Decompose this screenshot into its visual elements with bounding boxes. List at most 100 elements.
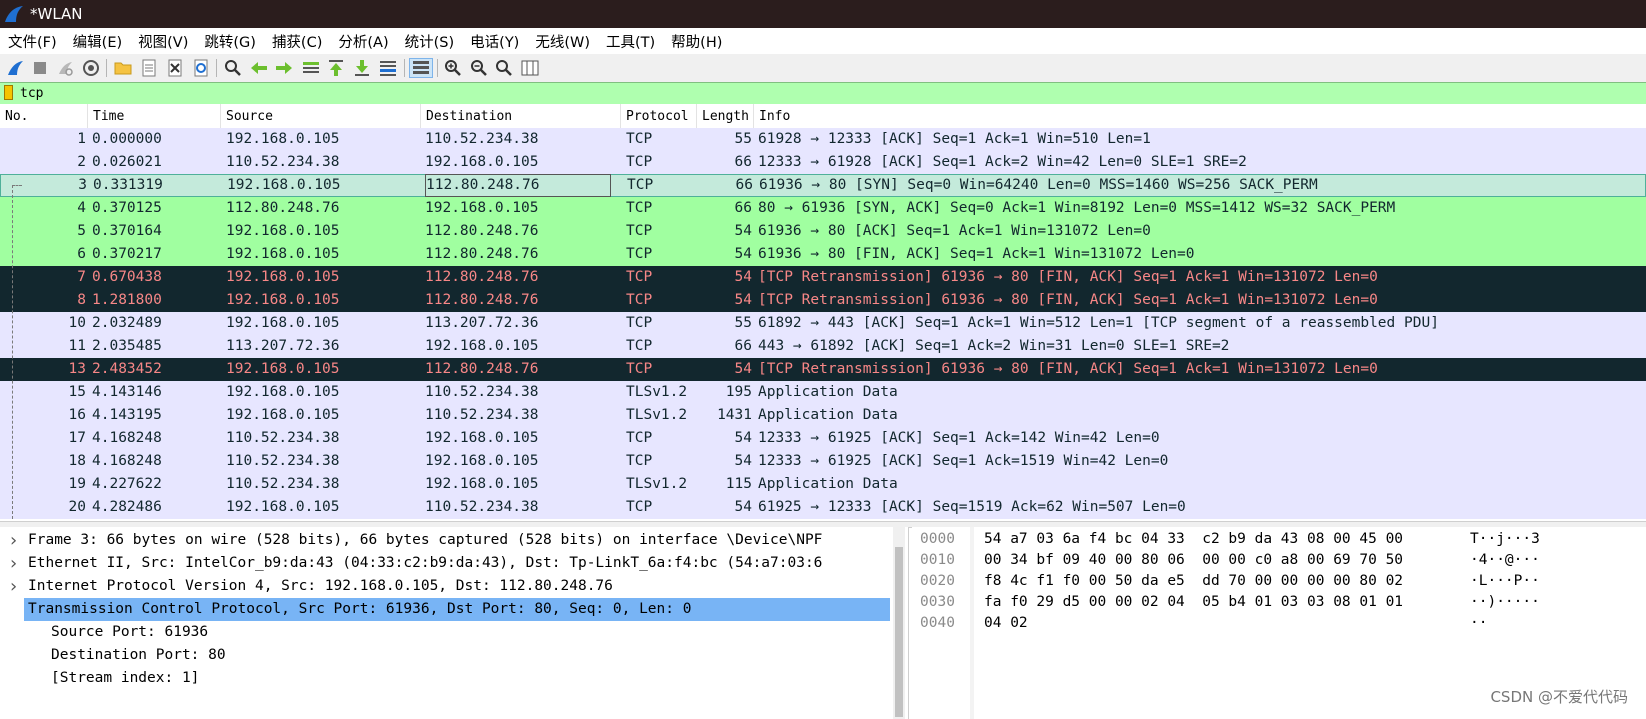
menu-analyze[interactable]: 分析(A) [338, 31, 388, 52]
packet-row[interactable]: 6 0.370217 192.168.0.105 112.80.248.76 TCP 54… [0, 243, 1646, 266]
col-header-protocol[interactable]: Protocol [621, 104, 697, 128]
hex-row[interactable]: 0030 fa f0 29 d5 00 00 02 04 05 b4 01 03 … [912, 592, 1646, 613]
packet-row[interactable]: 5 0.370164 192.168.0.105 112.80.248.76 TCP 54… [0, 220, 1646, 243]
packet-info: 80 → 61936 [SYN, ACK] Seq=0 Ack=1 Win=81… [758, 200, 1396, 216]
packet-row[interactable]: 11 2.035485 113.207.72.36 192.168.0.105 TCP 6… [0, 335, 1646, 358]
zoom-out-icon[interactable] [469, 58, 489, 78]
reload-file-icon[interactable] [191, 58, 211, 78]
packet-source: 110.52.234.38 [226, 154, 340, 170]
menu-wireless[interactable]: 无线(W) [535, 31, 590, 52]
capture-options-icon[interactable] [81, 58, 101, 78]
col-header-info[interactable]: Info [754, 104, 1646, 128]
go-to-packet-icon[interactable] [301, 58, 321, 78]
detail-text: Internet Protocol Version 4, Src: 192.16… [28, 578, 613, 594]
zoom-normal-icon[interactable] [494, 58, 514, 78]
menu-view[interactable]: 视图(V) [138, 31, 188, 52]
packet-row[interactable]: 3 0.331319 192.168.0.105 112.80.248.76 TCP 66… [0, 174, 1646, 197]
detail-tree-node[interactable]: › Frame 3: 66 bytes on wire (528 bits), 6… [0, 529, 890, 552]
packet-time: 4.227622 [92, 476, 162, 492]
restart-capture-icon[interactable] [55, 58, 75, 78]
packet-destination: 112.80.248.76 [425, 361, 539, 377]
hex-offset: 0010 [920, 552, 955, 568]
packet-protocol: TCP [626, 338, 653, 354]
packet-list[interactable]: No. Time Source Destination Protocol Len… [0, 104, 1646, 520]
stop-capture-icon[interactable] [30, 58, 50, 78]
packet-source: 110.52.234.38 [226, 476, 340, 492]
resize-columns-icon[interactable] [520, 58, 540, 78]
packet-details-pane[interactable]: › Frame 3: 66 bytes on wire (528 bits), 6… [0, 527, 909, 719]
chevron-right-icon[interactable]: › [8, 575, 19, 598]
packet-row[interactable]: 8 1.281800 192.168.0.105 112.80.248.76 TCP 54… [0, 289, 1646, 312]
packet-source: 192.168.0.105 [226, 223, 340, 239]
colorize-icon[interactable] [409, 58, 433, 78]
packet-source: 192.168.0.105 [227, 177, 341, 193]
packet-row[interactable]: 19 4.227622 110.52.234.38 192.168.0.105 TLSv… [0, 473, 1646, 496]
col-header-source[interactable]: Source [221, 104, 421, 128]
display-filter-input[interactable] [20, 84, 1620, 102]
detail-tree-node[interactable]: › Internet Protocol Version 4, Src: 192.1… [0, 575, 890, 598]
chevron-right-icon[interactable]: › [8, 529, 19, 552]
packet-row[interactable]: 15 4.143146 192.168.0.105 110.52.234.38 TLSv… [0, 381, 1646, 404]
hex-row[interactable]: 0040 04 02 ·· [912, 613, 1646, 634]
menu-capture[interactable]: 捕获(C) [272, 31, 322, 52]
bookmark-icon[interactable] [4, 85, 13, 100]
wireshark-fin-icon [5, 6, 23, 22]
menu-go[interactable]: 跳转(G) [204, 31, 256, 52]
detail-field[interactable]: Destination Port: 80 [0, 644, 890, 667]
find-packet-icon[interactable] [223, 58, 243, 78]
packet-row[interactable]: 18 4.168248 110.52.234.38 192.168.0.105 TCP 5… [0, 450, 1646, 473]
packet-row[interactable]: 17 4.168248 110.52.234.38 192.168.0.105 TCP 5… [0, 427, 1646, 450]
scrollbar-thumb[interactable] [895, 547, 903, 717]
zoom-in-icon[interactable] [443, 58, 463, 78]
last-packet-icon[interactable] [352, 58, 372, 78]
detail-tree-node[interactable]: › Ethernet II, Src: IntelCor_b9:da:43 (04… [0, 552, 890, 575]
menu-edit[interactable]: 编辑(E) [73, 31, 122, 52]
detail-field[interactable]: [Stream index: 1] [0, 667, 890, 690]
hex-row[interactable]: 0010 00 34 bf 09 40 00 80 06 00 00 c0 a8 … [912, 550, 1646, 571]
start-capture-icon[interactable] [5, 58, 25, 78]
menu-tools[interactable]: 工具(T) [606, 31, 655, 52]
col-header-time[interactable]: Time [88, 104, 221, 128]
chevron-right-icon[interactable]: › [8, 552, 19, 575]
menu-file[interactable]: 文件(F) [8, 31, 57, 52]
packet-row[interactable]: 1 0.000000 192.168.0.105 110.52.234.38 TCP 55… [0, 128, 1646, 151]
packet-time: 4.168248 [92, 453, 162, 469]
col-header-length[interactable]: Length [697, 104, 754, 128]
first-packet-icon[interactable] [326, 58, 346, 78]
close-file-icon[interactable] [165, 58, 185, 78]
packet-time: 4.143195 [92, 407, 162, 423]
go-forward-icon[interactable] [274, 58, 294, 78]
menu-help[interactable]: 帮助(H) [671, 31, 722, 52]
packet-time: 4.282486 [92, 499, 162, 515]
menu-statistics[interactable]: 统计(S) [405, 31, 455, 52]
hex-row[interactable]: 0020 f8 4c f1 f0 00 50 da e5 dd 70 00 00 … [912, 571, 1646, 592]
packet-destination: 112.80.248.76 [425, 269, 539, 285]
auto-scroll-icon[interactable] [378, 58, 398, 78]
packet-row[interactable]: 10 2.032489 192.168.0.105 113.207.72.36 TCP 5… [0, 312, 1646, 335]
packet-row[interactable]: 7 0.670438 192.168.0.105 112.80.248.76 TCP 54… [0, 266, 1646, 289]
col-header-destination[interactable]: Destination [421, 104, 621, 128]
packet-row[interactable]: 20 4.282486 192.168.0.105 110.52.234.38 TCP 5… [0, 496, 1646, 519]
packet-length: 66 [734, 200, 752, 216]
details-scrollbar[interactable] [893, 527, 905, 719]
hex-ascii: ·· [1470, 615, 1488, 631]
save-file-icon[interactable] [139, 58, 159, 78]
detail-tree-node[interactable]: ⌄Transmission Control Protocol, Src Port… [24, 598, 890, 621]
packet-protocol: TCP [626, 269, 653, 285]
packet-row[interactable]: 4 0.370125 112.80.248.76 192.168.0.105 TCP 66… [0, 197, 1646, 220]
packet-row[interactable]: 16 4.143195 192.168.0.105 110.52.234.38 TLSv… [0, 404, 1646, 427]
go-back-icon[interactable] [249, 58, 269, 78]
open-file-icon[interactable] [113, 58, 133, 78]
hex-row[interactable]: 0000 54 a7 03 6a f4 bc 04 33 c2 b9 da 43 … [912, 529, 1646, 550]
toolbar-separator [404, 59, 405, 77]
packet-source: 192.168.0.105 [226, 499, 340, 515]
col-header-no[interactable]: No. [0, 104, 88, 128]
packet-protocol: TLSv1.2 [626, 384, 688, 400]
packet-destination: 192.168.0.105 [425, 453, 539, 469]
packet-row[interactable]: 2 0.026021 110.52.234.38 192.168.0.105 TCP 66… [0, 151, 1646, 174]
detail-field[interactable]: Source Port: 61936 [0, 621, 890, 644]
menu-telephony[interactable]: 电话(Y) [470, 31, 519, 52]
packet-row[interactable]: 13 2.483452 192.168.0.105 112.80.248.76 TCP 5… [0, 358, 1646, 381]
packet-length: 195 [725, 384, 752, 400]
packet-source: 192.168.0.105 [226, 269, 340, 285]
